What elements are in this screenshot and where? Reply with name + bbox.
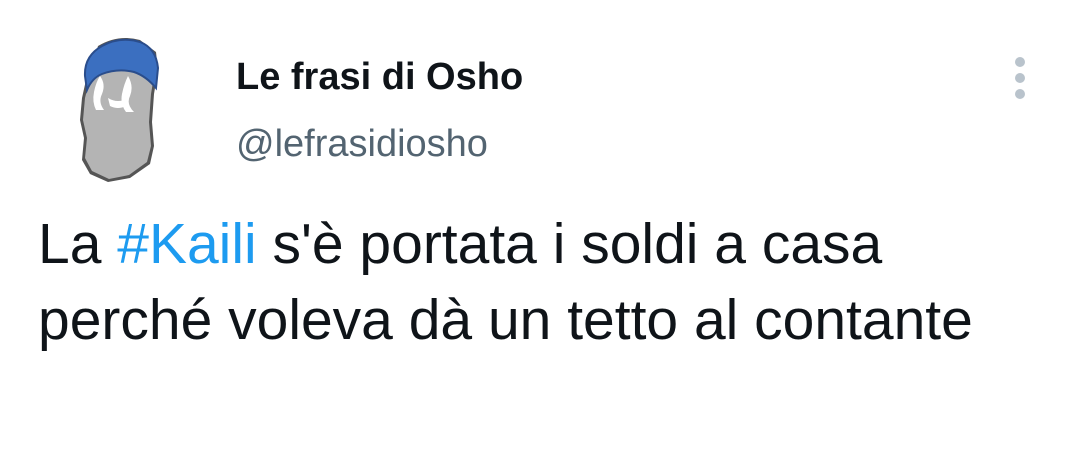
avatar[interactable] — [72, 36, 164, 184]
more-options-button[interactable] — [1004, 54, 1038, 102]
author-display-name[interactable]: Le frasi di Osho — [236, 53, 523, 101]
hashtag-link[interactable]: #Kaili — [117, 212, 256, 276]
bearded-man-icon — [80, 38, 160, 182]
tweet-text-start: La — [38, 212, 118, 276]
author-handle[interactable]: @lefrasidiosho — [236, 120, 488, 168]
tweet-text: La #Kaili s'è portata i soldi a casa per… — [38, 206, 1038, 358]
